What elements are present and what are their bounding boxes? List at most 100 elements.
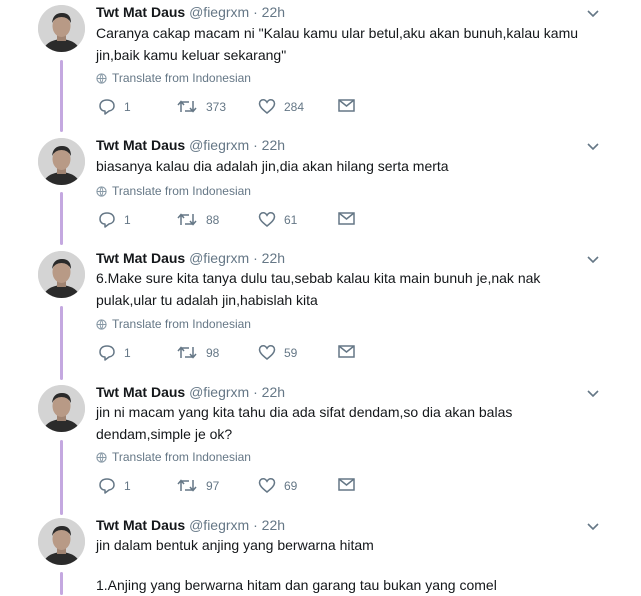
reply-button[interactable]: 1 bbox=[98, 344, 131, 361]
tweet[interactable]: Twt Mat Daus @fiegrxm · 22h Caranya caka… bbox=[0, 0, 620, 130]
envelope-icon bbox=[338, 99, 355, 112]
reply-icon bbox=[99, 212, 115, 228]
separator-dot: · bbox=[253, 4, 258, 20]
tweet-text: Caranya cakap macam ni "Kalau kamu ular … bbox=[96, 22, 596, 66]
reply-button[interactable]: 1 bbox=[98, 477, 131, 494]
like-button[interactable]: 59 bbox=[258, 344, 297, 361]
tweet-text-line: 6.Make sure kita tanya dulu tau,sebab ka… bbox=[96, 270, 541, 286]
timestamp[interactable]: 22h bbox=[262, 517, 285, 533]
tweet-text-line: Caranya cakap macam ni "Kalau kamu ular … bbox=[96, 25, 579, 41]
like-button[interactable]: 284 bbox=[258, 98, 304, 115]
like-count: 284 bbox=[284, 99, 305, 114]
author-handle[interactable]: @fiegrxm bbox=[189, 517, 249, 533]
chevron-down-icon[interactable] bbox=[586, 386, 600, 398]
timestamp[interactable]: 22h bbox=[262, 4, 285, 20]
heart-icon bbox=[258, 99, 276, 114]
tweet-text: jin dalam bentuk anjing yang berwarna hi… bbox=[96, 534, 596, 596]
tweet-actions: 1 88 61 bbox=[98, 211, 368, 231]
separator-dot: · bbox=[253, 250, 258, 266]
chevron-down-icon[interactable] bbox=[586, 519, 600, 531]
reply-button[interactable]: 1 bbox=[98, 211, 131, 228]
tweet-text-line: 1.Anjing yang berwarna hitam dan garang … bbox=[96, 577, 497, 593]
separator-dot: · bbox=[253, 384, 258, 400]
avatar[interactable] bbox=[38, 518, 85, 565]
tweet-text-line: jin,baik kamu keluar sekarang" bbox=[96, 47, 287, 63]
tweet-text-line: biasanya kalau dia adalah jin,dia akan h… bbox=[96, 158, 449, 174]
retweet-button[interactable]: 97 bbox=[176, 477, 219, 494]
direct-message-button[interactable] bbox=[338, 98, 355, 112]
tweet[interactable]: Twt Mat Daus @fiegrxm · 22h jin ni macam… bbox=[0, 380, 620, 510]
author-name[interactable]: Twt Mat Daus bbox=[96, 137, 185, 153]
avatar[interactable] bbox=[38, 138, 85, 185]
tweet[interactable]: Twt Mat Daus @fiegrxm · 22h biasanya kal… bbox=[0, 133, 620, 243]
tweet[interactable]: Twt Mat Daus @fiegrxm · 22h jin dalam be… bbox=[0, 513, 620, 595]
author-handle[interactable]: @fiegrxm bbox=[189, 384, 249, 400]
retweet-icon bbox=[177, 213, 197, 226]
reply-icon bbox=[99, 478, 115, 494]
envelope-icon bbox=[338, 478, 355, 491]
reply-count: 1 bbox=[124, 99, 131, 114]
envelope-icon bbox=[338, 345, 355, 358]
like-count: 61 bbox=[284, 212, 298, 227]
author-handle[interactable]: @fiegrxm bbox=[189, 4, 249, 20]
retweet-count: 88 bbox=[206, 212, 220, 227]
like-button[interactable]: 69 bbox=[258, 477, 297, 494]
separator-dot: · bbox=[253, 137, 258, 153]
tweet-actions: 1 98 59 bbox=[98, 344, 368, 364]
tweet-text-line: jin dalam bentuk anjing yang berwarna hi… bbox=[96, 537, 374, 553]
timestamp[interactable]: 22h bbox=[262, 250, 285, 266]
like-count: 59 bbox=[284, 345, 298, 360]
envelope-icon bbox=[338, 212, 355, 225]
translate-link[interactable]: Translate from Indonesian bbox=[96, 71, 251, 85]
direct-message-button[interactable] bbox=[338, 477, 355, 491]
timestamp[interactable]: 22h bbox=[262, 137, 285, 153]
author-name[interactable]: Twt Mat Daus bbox=[96, 4, 185, 20]
tweet-text-line: jin ni macam yang kita tahu dia ada sifa… bbox=[96, 404, 513, 420]
author-name[interactable]: Twt Mat Daus bbox=[96, 250, 185, 266]
reply-count: 1 bbox=[124, 345, 131, 360]
retweet-button[interactable]: 88 bbox=[176, 211, 219, 228]
retweet-count: 98 bbox=[206, 345, 220, 360]
reply-button[interactable]: 1 bbox=[98, 98, 131, 115]
translate-link[interactable]: Translate from Indonesian bbox=[96, 450, 251, 464]
author-handle[interactable]: @fiegrxm bbox=[189, 250, 249, 266]
direct-message-button[interactable] bbox=[338, 211, 355, 225]
tweet-text: 6.Make sure kita tanya dulu tau,sebab ka… bbox=[96, 267, 596, 311]
reply-icon bbox=[99, 345, 115, 361]
avatar[interactable] bbox=[38, 5, 85, 52]
author-name[interactable]: Twt Mat Daus bbox=[96, 384, 185, 400]
retweet-button[interactable]: 98 bbox=[176, 344, 219, 361]
author-name[interactable]: Twt Mat Daus bbox=[96, 517, 185, 533]
direct-message-button[interactable] bbox=[338, 344, 355, 358]
translate-label[interactable]: Translate from Indonesian bbox=[112, 184, 251, 198]
globe-icon bbox=[96, 185, 107, 197]
author-handle[interactable]: @fiegrxm bbox=[189, 137, 249, 153]
globe-icon bbox=[96, 451, 107, 463]
reply-icon bbox=[99, 99, 115, 115]
reply-count: 1 bbox=[124, 478, 131, 493]
retweet-icon bbox=[177, 479, 197, 492]
translate-label[interactable]: Translate from Indonesian bbox=[112, 450, 251, 464]
chevron-down-icon[interactable] bbox=[586, 252, 600, 264]
like-button[interactable]: 61 bbox=[258, 211, 297, 228]
translate-label[interactable]: Translate from Indonesian bbox=[112, 317, 251, 331]
retweet-icon bbox=[177, 346, 197, 359]
avatar[interactable] bbox=[38, 251, 85, 298]
tweet-actions: 1 373 284 bbox=[98, 98, 368, 118]
heart-icon bbox=[258, 212, 276, 227]
translate-link[interactable]: Translate from Indonesian bbox=[96, 317, 251, 331]
tweet[interactable]: Twt Mat Daus @fiegrxm · 22h 6.Make sure … bbox=[0, 246, 620, 376]
chevron-down-icon[interactable] bbox=[586, 6, 600, 18]
translate-label[interactable]: Translate from Indonesian bbox=[112, 71, 251, 85]
retweet-button[interactable]: 373 bbox=[176, 98, 226, 115]
tweet-text-line: dendam,simple je ok? bbox=[96, 426, 233, 442]
retweet-icon bbox=[177, 100, 197, 113]
heart-icon bbox=[258, 345, 276, 360]
avatar[interactable] bbox=[38, 385, 85, 432]
chevron-down-icon[interactable] bbox=[586, 139, 600, 151]
tweet-actions: 1 97 69 bbox=[98, 477, 368, 497]
globe-icon bbox=[96, 72, 107, 84]
timestamp[interactable]: 22h bbox=[262, 384, 285, 400]
retweet-count: 97 bbox=[206, 478, 220, 493]
translate-link[interactable]: Translate from Indonesian bbox=[96, 184, 251, 198]
